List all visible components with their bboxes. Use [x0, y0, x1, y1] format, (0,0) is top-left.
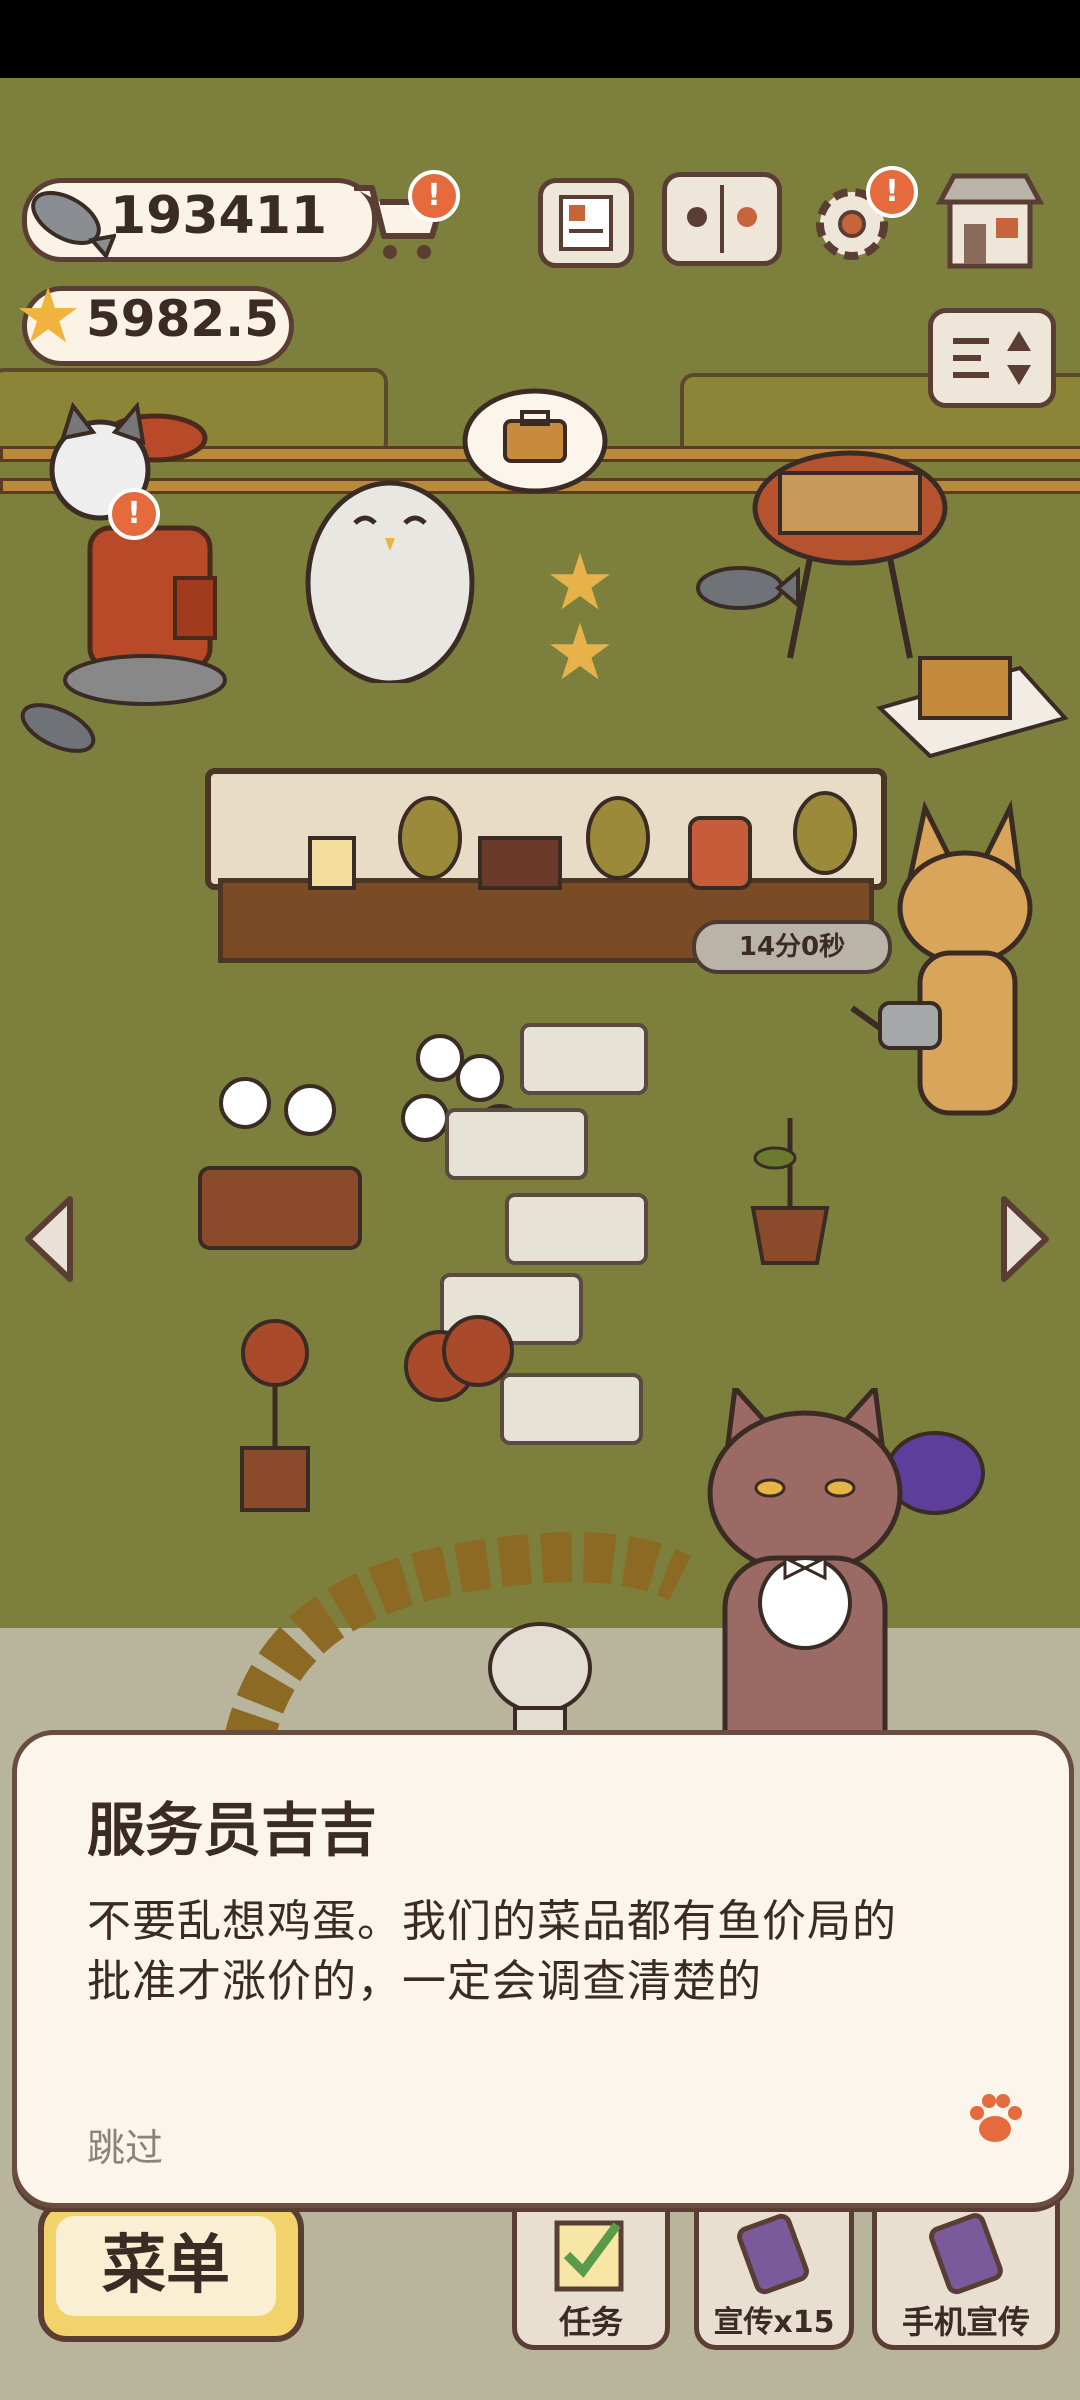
calico-cat-character[interactable] — [45, 398, 245, 728]
menu-button-label: 菜单 — [56, 2216, 276, 2316]
phone-promo-icon — [727, 2211, 819, 2297]
serval-character[interactable] — [880, 798, 1080, 1138]
newspaper-icon — [559, 195, 613, 251]
stepping-stone — [520, 1023, 648, 1095]
alert-badge-cart: ! — [408, 170, 460, 222]
stepping-stone — [500, 1373, 643, 1445]
stepping-stone — [445, 1108, 588, 1180]
alert-badge-cat: ! — [108, 488, 160, 540]
white-flower-bed[interactable] — [195, 1058, 375, 1258]
dialogue-line-2: 批准才涨价的，一定会调查清楚的 — [87, 1956, 762, 2007]
checklist-icon — [539, 2215, 639, 2297]
fish-pickup-2[interactable] — [10, 688, 110, 768]
alert-badge-settings: ! — [866, 166, 918, 218]
fish-icon — [31, 191, 116, 258]
star-icon: ★ — [14, 271, 83, 360]
shop-building-icon[interactable] — [934, 168, 1046, 272]
stepping-stone — [505, 1193, 648, 1265]
cooking-timer: 14分0秒 — [692, 920, 892, 974]
phone-icon — [917, 2211, 1013, 2297]
fish-count: 193411 — [110, 186, 328, 246]
cat-album-button[interactable] — [662, 172, 782, 266]
sort-toggle-button[interactable] — [928, 308, 1056, 408]
counter-goods[interactable] — [300, 778, 860, 918]
paw-icon[interactable] — [965, 2089, 1025, 2149]
tasks-label: 任务 — [558, 2303, 623, 2341]
owl-character[interactable] — [295, 453, 485, 683]
paw-book-icon — [687, 185, 757, 253]
watering-can — [850, 1001, 942, 1050]
scroll-left-arrow[interactable] — [20, 1193, 78, 1285]
dialogue-box[interactable]: 服务员吉吉 不要乱想鸡蛋。我们的菜品都有鱼价局的 批准才涨价的，一定会调查清楚的… — [12, 1730, 1074, 2208]
sort-arrows-icon — [953, 331, 1031, 385]
promote-label: 宣传x15 — [713, 2305, 835, 2340]
potted-sprout[interactable] — [745, 1098, 835, 1268]
newspaper-button[interactable] — [538, 178, 634, 268]
picnic-basket[interactable] — [870, 628, 1070, 758]
scroll-right-arrow[interactable] — [996, 1193, 1054, 1285]
star-count: 5982.5 — [86, 290, 279, 348]
star-coin-pile[interactable]: ★ ★ — [545, 544, 615, 692]
skip-button[interactable]: 跳过 — [87, 2117, 163, 2172]
speech-bubble-suitcase — [462, 388, 608, 494]
dialogue-line-1: 不要乱想鸡蛋。我们的菜品都有鱼价局的 — [87, 1896, 897, 1947]
phone-promote-label: 手机宣传 — [901, 2303, 1030, 2341]
menu-button[interactable]: 菜单 — [38, 2200, 304, 2342]
bread-pile[interactable] — [400, 1296, 520, 1406]
dialogue-speaker-name: 服务员吉吉 — [87, 1796, 378, 1864]
